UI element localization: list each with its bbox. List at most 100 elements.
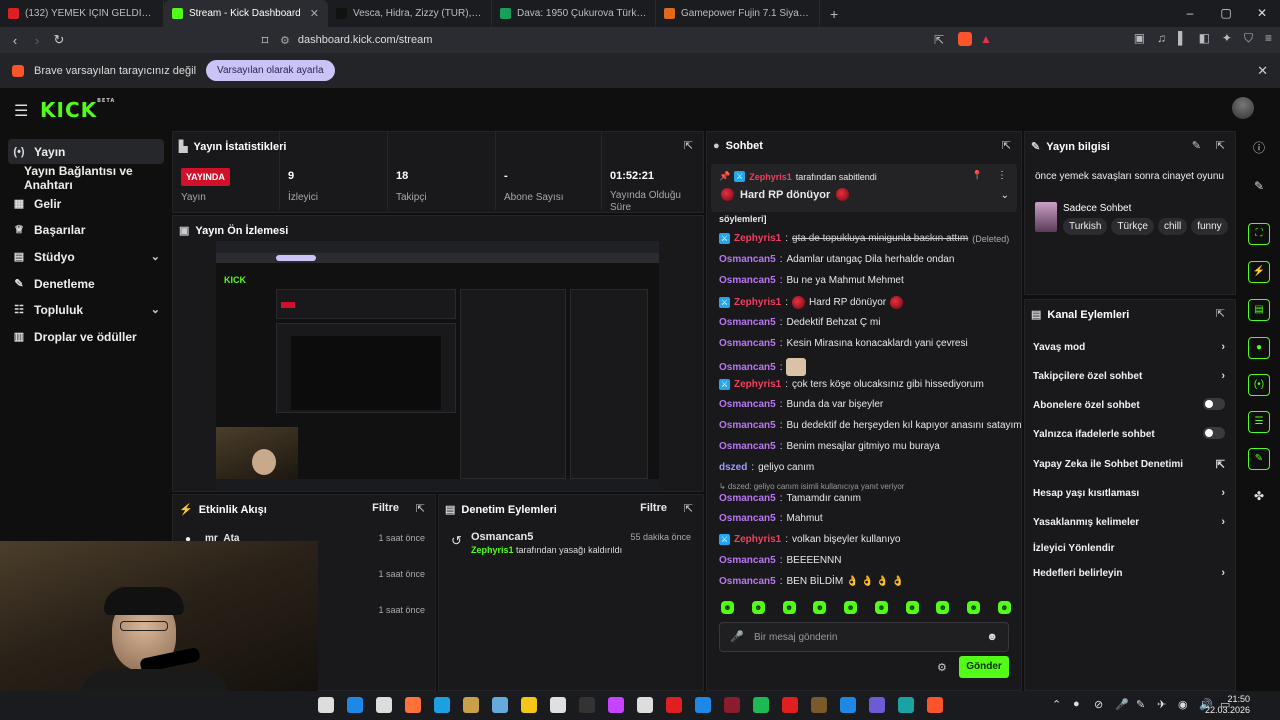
chat-username[interactable]: Osmancan5 (719, 275, 776, 286)
more-options-icon[interactable]: ⋮ (997, 170, 1007, 181)
mod-action-user[interactable]: Osmancan5 (471, 531, 533, 543)
chat-icon[interactable]: ● (1248, 337, 1270, 359)
chat-username[interactable]: Osmancan5 (719, 441, 776, 452)
tray-icon[interactable]: ⊘ (1094, 698, 1103, 711)
sidebar-item[interactable]: (•) Yayın (8, 139, 164, 164)
channel-action[interactable]: Yasaklanmış kelimeler › (1033, 511, 1225, 533)
wrench-icon[interactable]: ✎ (1248, 448, 1270, 470)
taskbar-clock[interactable]: 21:50 22.03.2026 (1205, 694, 1250, 716)
taskbar-app-icon[interactable] (724, 697, 740, 713)
chat-username[interactable]: Zephyris1 (734, 379, 781, 390)
taskbar-app-icon[interactable] (666, 697, 682, 713)
toggle-switch[interactable] (1203, 398, 1225, 410)
taskbar-app-icon[interactable] (840, 697, 856, 713)
wallet-icon[interactable]: ◧ (1199, 31, 1210, 46)
forward-icon[interactable]: › (26, 33, 48, 48)
emote-icon[interactable]: ☻ (782, 601, 796, 614)
chat-username[interactable]: Zephyris1 (734, 297, 781, 308)
extension-icon[interactable]: ✦ (1222, 31, 1232, 46)
tray-icon[interactable]: ● (1073, 698, 1080, 710)
tray-icon[interactable]: ⌃ (1052, 698, 1061, 711)
browser-tab[interactable]: Dava: 1950 Çukurova Türkçe Katil Bul (492, 0, 656, 27)
chevron-right-icon[interactable]: › (1221, 516, 1225, 528)
taskbar-app-icon[interactable] (579, 697, 595, 713)
broadcast-icon[interactable]: (•) (1248, 374, 1270, 396)
send-button[interactable]: Gönder (959, 656, 1009, 678)
chat-username[interactable]: Osmancan5 (719, 555, 776, 566)
vpn-icon[interactable]: ⛉ (1244, 31, 1253, 46)
browser-tab[interactable]: (132) YEMEK İÇİN GELDİK, EVE ALMA (0, 0, 164, 27)
emote-icon[interactable]: ☻ (967, 601, 981, 614)
emote-icon[interactable]: ☻ (813, 601, 827, 614)
close-tab-icon[interactable]: ✕ (310, 7, 319, 20)
channel-action[interactable]: Yapay Zeka ile Sohbet Denetimi ⇱ (1033, 453, 1225, 475)
taskbar-app-icon[interactable] (695, 697, 711, 713)
bolt-icon[interactable]: ⚡ (1248, 261, 1270, 283)
emote-icon[interactable]: ☻ (844, 601, 858, 614)
user-avatar[interactable] (1232, 97, 1254, 119)
bookmark-icon[interactable]: ⌑ (254, 33, 276, 49)
channel-action[interactable]: Hesap yaşı kısıtlaması › (1033, 482, 1225, 504)
tray-icon[interactable]: ✎ (1136, 698, 1145, 711)
share-icon[interactable]: ⇱ (934, 33, 944, 47)
taskbar-app-icon[interactable] (318, 697, 334, 713)
chat-username[interactable]: Osmancan5 (719, 254, 776, 265)
taskbar-app-icon[interactable] (463, 697, 479, 713)
url-field[interactable]: ⚙ dashboard.kick.com/stream (280, 31, 1000, 49)
info-icon[interactable]: ⓘ (1248, 137, 1270, 159)
chat-username[interactable]: Osmancan5 (719, 362, 776, 373)
chevron-down-icon[interactable]: ⌄ (151, 250, 160, 263)
taskbar-app-icon[interactable] (492, 697, 508, 713)
emote-icon[interactable]: ☻ (997, 601, 1011, 614)
emoji-icon[interactable]: ☻ (986, 631, 998, 643)
taskbar-app-icon[interactable] (898, 697, 914, 713)
chevron-right-icon[interactable]: › (1221, 370, 1225, 382)
pinned-message[interactable]: 📌 ⚔ Zephyris1 tarafından sabitlendi Hard… (711, 164, 1017, 212)
sidebar-item[interactable]: ☷ Topluluk ⌄ (8, 297, 164, 322)
taskbar-app-icon[interactable] (637, 697, 653, 713)
edit-icon[interactable]: ✎ (1192, 139, 1201, 152)
chat-username[interactable]: Osmancan5 (719, 420, 776, 431)
taskbar-app-icon[interactable] (753, 697, 769, 713)
stream-tag[interactable]: Turkish (1063, 218, 1108, 235)
taskbar-app-icon[interactable] (434, 697, 450, 713)
new-tab-button[interactable]: + (820, 0, 848, 27)
taskbar-app-icon[interactable] (550, 697, 566, 713)
pencil-icon[interactable]: ✎ (1248, 175, 1270, 197)
hamburger-menu-icon[interactable]: ☰ (14, 101, 28, 121)
taskbar-app-icon[interactable] (347, 697, 363, 713)
close-window-icon[interactable]: ✕ (1244, 0, 1280, 27)
pinned-by-user[interactable]: Zephyris1 (749, 172, 792, 182)
toggle-switch[interactable] (1203, 427, 1225, 439)
emote-icon[interactable]: ☻ (905, 601, 919, 614)
stream-preview-video[interactable]: KICK (216, 241, 659, 491)
popout-icon[interactable]: ⇱ (416, 502, 425, 515)
taskbar-app-icon[interactable] (811, 697, 827, 713)
filter-button[interactable]: Filtre (640, 502, 667, 514)
browser-tab[interactable]: Stream - Kick Dashboard ✕ (164, 0, 328, 27)
popout-icon[interactable]: ⇱ (1216, 139, 1225, 152)
tray-icon[interactable]: 🎤 (1115, 698, 1129, 711)
microphone-icon[interactable]: 🎤 (730, 630, 744, 643)
fullscreen-icon[interactable]: ⛶ (1248, 223, 1270, 245)
taskbar-app-icon[interactable] (405, 697, 421, 713)
channel-action[interactable]: İzleyici Yönlendir (1033, 537, 1225, 559)
chat-username[interactable]: dszed (719, 462, 747, 473)
chat-username[interactable]: Osmancan5 (719, 576, 776, 587)
taskbar-app-icon[interactable] (869, 697, 885, 713)
sidebar-item[interactable]: ✎ Denetleme (8, 271, 164, 296)
maximize-icon[interactable]: ▢ (1208, 0, 1244, 27)
sidebar-item[interactable]: ▥ Droplar ve ödüller (8, 324, 164, 349)
minimize-icon[interactable]: – (1172, 0, 1208, 27)
emote-icon[interactable]: ☻ (751, 601, 765, 614)
chat-username[interactable]: Osmancan5 (719, 493, 776, 504)
taskbar-app-icon[interactable] (608, 697, 624, 713)
reader-icon[interactable]: ▌ (1178, 31, 1187, 46)
emote-icon[interactable]: ☻ (936, 601, 950, 614)
chat-username[interactable]: Osmancan5 (719, 338, 776, 349)
chevron-right-icon[interactable]: › (1221, 487, 1225, 499)
chat-username[interactable]: Zephyris1 (734, 233, 781, 244)
channel-action[interactable]: Abonelere özel sohbet (1033, 394, 1225, 416)
close-icon[interactable]: ✕ (1257, 63, 1268, 79)
apps-icon[interactable]: ✤ (1248, 485, 1270, 507)
